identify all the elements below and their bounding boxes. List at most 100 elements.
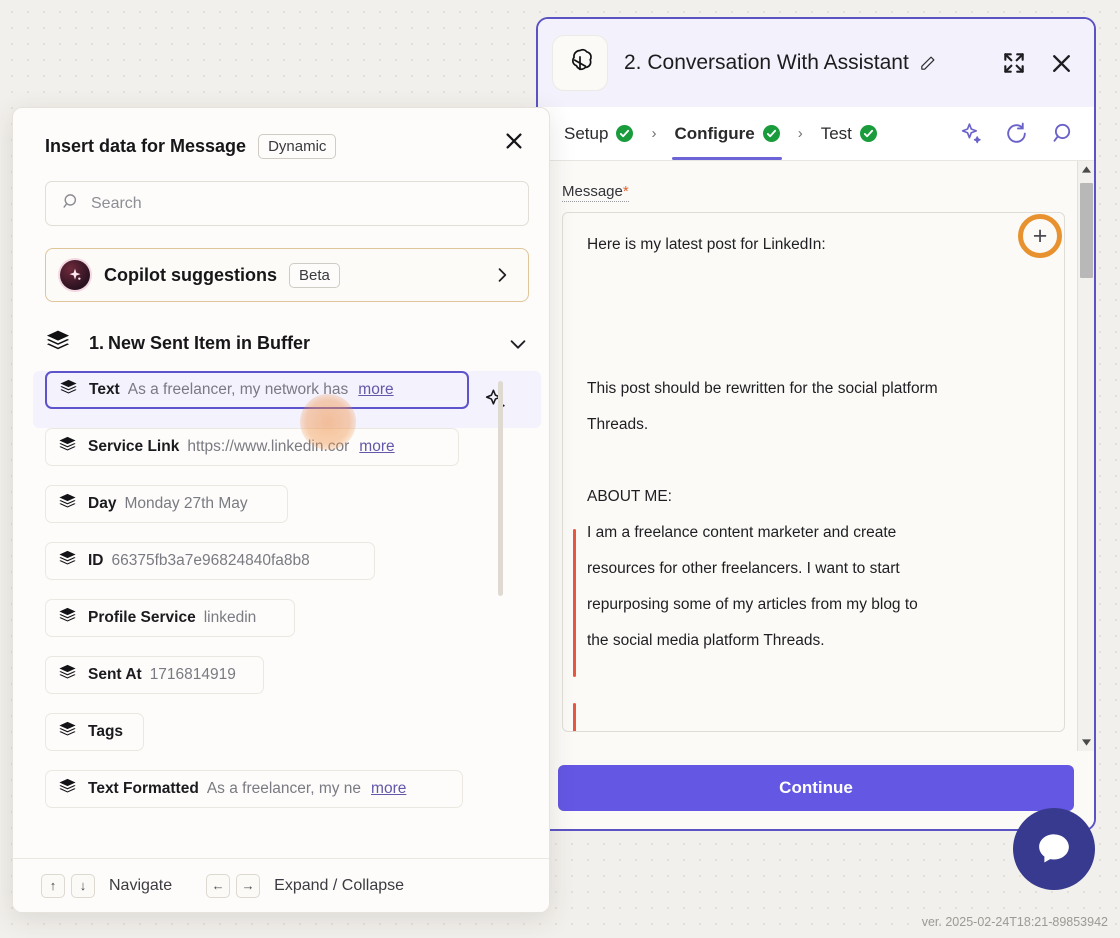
check-icon: [860, 125, 877, 142]
message-textarea[interactable]: Here is my latest post for LinkedIn: Thi…: [562, 212, 1065, 732]
field-row-day[interactable]: Day Monday 27th May: [45, 485, 288, 523]
key-arrow-right: →: [236, 874, 260, 898]
plus-glyph: +: [1033, 224, 1048, 249]
step-label: Test: [821, 124, 852, 144]
grammar-marker: [573, 703, 576, 732]
close-icon[interactable]: [1049, 51, 1074, 76]
search-icon: [60, 192, 79, 216]
stack-layers-icon: [58, 549, 77, 573]
tab-test[interactable]: Test: [819, 107, 879, 160]
list-item[interactable]: Text As a freelancer, my network has mor…: [33, 371, 541, 428]
key-arrow-up: ↑: [41, 874, 65, 898]
search-input[interactable]: [91, 195, 514, 213]
list-item[interactable]: Tags: [45, 713, 529, 770]
openai-logo-icon: [552, 35, 608, 91]
group-name: New Sent Item in Buffer: [108, 333, 310, 354]
field-row-text-formatted[interactable]: Text Formatted As a freelancer, my nе mo…: [45, 770, 463, 808]
chat-bubble-icon[interactable]: [1013, 808, 1095, 890]
add-data-button[interactable]: +: [1026, 222, 1054, 250]
expand-fullscreen-icon[interactable]: [1001, 50, 1027, 76]
list-item[interactable]: Text Formatted As a freelancer, my nе mo…: [45, 770, 529, 827]
field-name: Day: [88, 495, 116, 513]
ai-sparkle-icon[interactable]: [483, 387, 508, 412]
chevron-down-icon[interactable]: [507, 333, 529, 355]
field-row-text[interactable]: Text As a freelancer, my network has mor…: [45, 371, 469, 409]
list-item[interactable]: ID 66375fb3a7e96824840fa8b8: [45, 542, 529, 599]
field-row-service-link[interactable]: Service Link https://www.linkedin.cor mo…: [45, 428, 459, 466]
key-arrow-left: ←: [206, 874, 230, 898]
search-field[interactable]: [45, 181, 529, 226]
grammar-marker: [573, 529, 576, 677]
field-name: Tags: [88, 723, 123, 741]
stack-layers-icon: [45, 328, 71, 359]
popover-title-row: Insert data for Message Dynamic: [45, 134, 525, 159]
field-row-tags[interactable]: Tags: [45, 713, 144, 751]
field-name: Profile Service: [88, 609, 196, 627]
list-scrollbar-thumb[interactable]: [498, 381, 503, 596]
version-label: ver. 2025-02-24T18:21-89853942: [922, 915, 1108, 929]
search-icon[interactable]: [1049, 121, 1074, 146]
form-content: Message* Here is my latest post for Link…: [538, 161, 1077, 751]
message-label: Message*: [562, 183, 629, 202]
required-asterisk: *: [623, 183, 629, 200]
field-name: Text: [89, 381, 120, 399]
beta-badge: Beta: [289, 263, 340, 288]
check-icon: [763, 125, 780, 142]
field-row-id[interactable]: ID 66375fb3a7e96824840fa8b8: [45, 542, 375, 580]
insert-data-popover: Insert data for Message Dynamic Copilot …: [12, 107, 550, 913]
more-link[interactable]: more: [358, 381, 393, 399]
step-label: Configure: [674, 124, 754, 144]
list-item[interactable]: Day Monday 27th May: [45, 485, 529, 542]
more-link[interactable]: more: [359, 438, 394, 456]
workflow-step-panel: 2. Conversation With Assistant Setup: [536, 17, 1096, 831]
copilot-sparkle-icon: [60, 260, 90, 290]
scroll-down-arrow[interactable]: [1078, 734, 1095, 751]
ai-sparkle-icon[interactable]: [959, 121, 984, 146]
close-icon[interactable]: [499, 126, 529, 156]
stack-layers-icon: [58, 435, 77, 459]
navigate-hint: ↑ ↓ Navigate: [41, 874, 172, 898]
more-link[interactable]: more: [371, 780, 406, 798]
list-item[interactable]: Service Link https://www.linkedin.cor mo…: [45, 428, 529, 485]
list-item[interactable]: Sent At 1716814919: [45, 656, 529, 713]
scrollbar-thumb[interactable]: [1080, 183, 1093, 278]
panel-scrollbar[interactable]: [1077, 161, 1094, 751]
step-label: Setup: [564, 124, 608, 144]
step-breadcrumb: Setup › Configure › Test: [538, 107, 1094, 161]
field-name: Sent At: [88, 666, 142, 684]
tab-setup[interactable]: Setup: [562, 107, 635, 160]
stack-layers-icon: [58, 663, 77, 687]
data-field-list: Text As a freelancer, my network has mor…: [13, 371, 549, 858]
keyboard-hints-footer: ↑ ↓ Navigate ← → Expand / Collapse: [13, 858, 549, 912]
group-number: 1.: [89, 333, 104, 354]
panel-header: 2. Conversation With Assistant: [538, 19, 1094, 107]
field-row-profile-service[interactable]: Profile Service linkedin: [45, 599, 295, 637]
panel-footer: Continue: [538, 751, 1094, 829]
stack-layers-icon: [58, 492, 77, 516]
expand-collapse-label: Expand / Collapse: [274, 877, 404, 895]
copilot-label: Copilot suggestions: [104, 265, 277, 286]
stack-layers-icon: [58, 606, 77, 630]
chevron-right-icon[interactable]: [492, 265, 512, 285]
dynamic-badge: Dynamic: [258, 134, 336, 159]
refresh-icon[interactable]: [1004, 121, 1029, 146]
field-value: As a freelancer, my nе: [207, 780, 361, 798]
pencil-icon[interactable]: [919, 55, 936, 72]
list-item[interactable]: Profile Service linkedin: [45, 599, 529, 656]
breadcrumb-separator: ›: [651, 125, 656, 142]
stack-layers-icon: [58, 720, 77, 744]
field-value: linkedin: [204, 609, 257, 627]
continue-button[interactable]: Continue: [558, 765, 1074, 811]
copilot-suggestions-row[interactable]: Copilot suggestions Beta: [45, 248, 529, 302]
scroll-up-arrow[interactable]: [1078, 161, 1095, 178]
message-value: Here is my latest post for LinkedIn: Thi…: [587, 227, 1030, 732]
field-row-sent-at[interactable]: Sent At 1716814919: [45, 656, 264, 694]
panel-body: Message* Here is my latest post for Link…: [538, 161, 1094, 751]
data-group-header[interactable]: 1. New Sent Item in Buffer: [45, 328, 529, 359]
key-arrow-down: ↓: [71, 874, 95, 898]
field-value: As a freelancer, my network has: [128, 381, 349, 399]
stack-layers-icon: [59, 378, 78, 402]
tab-configure[interactable]: Configure: [672, 107, 781, 160]
popover-title: Insert data for Message: [45, 136, 246, 157]
field-value: 66375fb3a7e96824840fa8b8: [112, 552, 310, 570]
